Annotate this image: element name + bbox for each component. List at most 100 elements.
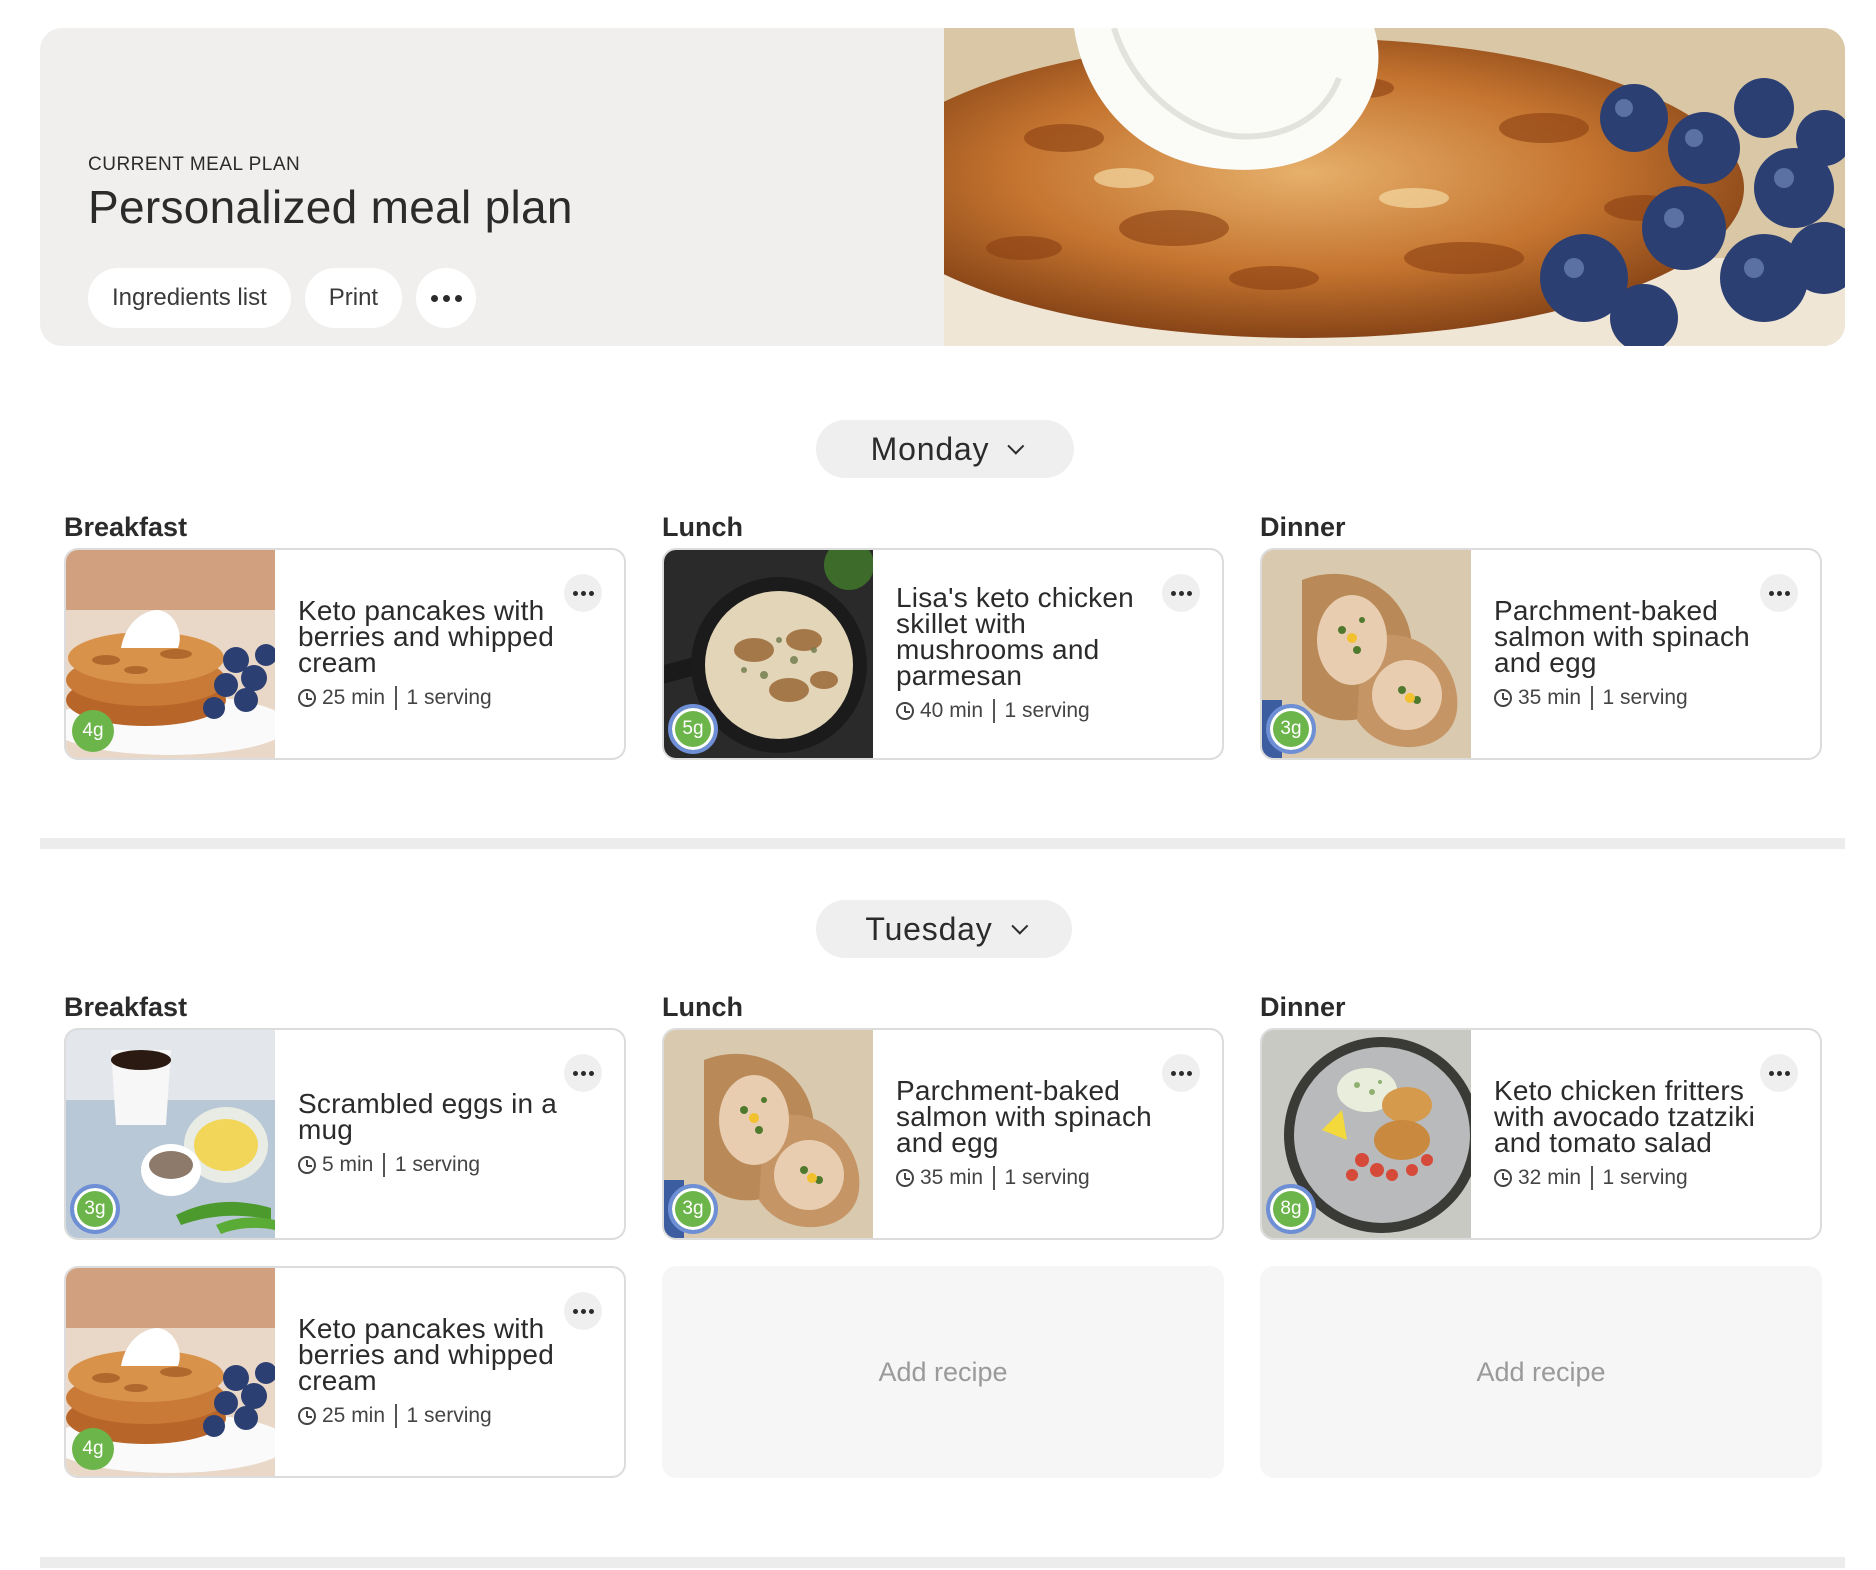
meta-separator xyxy=(395,686,397,710)
recipe-more-button[interactable] xyxy=(1162,574,1200,612)
day-divider xyxy=(40,838,1845,849)
clock-icon xyxy=(298,1156,316,1174)
recipe-servings: 1 serving xyxy=(1004,699,1090,722)
more-dots-icon xyxy=(572,1308,594,1314)
recipe-card[interactable]: 8g Keto chicken fritters with avocado tz… xyxy=(1260,1028,1822,1240)
recipe-time: 40 min xyxy=(920,699,984,722)
meal-label-dinner: Dinner xyxy=(1260,992,1346,1022)
more-dots-icon xyxy=(1768,1070,1790,1076)
day-selector-monday[interactable]: Monday xyxy=(816,420,1074,478)
more-dots-icon xyxy=(1768,590,1790,596)
meal-label-lunch: Lunch xyxy=(662,512,743,542)
carb-badge: 3g xyxy=(1266,704,1316,754)
day-selector-tuesday[interactable]: Tuesday xyxy=(816,900,1072,958)
recipe-more-button[interactable] xyxy=(564,1054,602,1092)
recipe-meta: 35 min 1 serving xyxy=(1494,686,1760,710)
clock-icon xyxy=(298,1407,316,1425)
recipe-meta: 25 min 1 serving xyxy=(298,1404,564,1428)
recipe-time: 35 min xyxy=(920,1166,984,1189)
hero-eyebrow: CURRENT MEAL PLAN xyxy=(88,154,301,175)
ingredients-list-button[interactable]: Ingredients list xyxy=(88,268,291,328)
clock-icon xyxy=(1494,689,1512,707)
recipe-meta: 25 min 1 serving xyxy=(298,686,564,710)
meta-separator xyxy=(993,1166,995,1190)
recipe-time: 25 min xyxy=(322,1404,386,1427)
more-dots-icon xyxy=(1170,1070,1192,1076)
recipe-meta: 32 min 1 serving xyxy=(1494,1166,1760,1190)
recipe-card[interactable]: 5g Lisa's keto chicken skillet with mush… xyxy=(662,548,1224,760)
recipe-info: Keto pancakes with berries and whipped c… xyxy=(298,1268,564,1476)
recipe-time: 32 min xyxy=(1518,1166,1582,1189)
clock-icon xyxy=(1494,1169,1512,1187)
recipe-servings: 1 serving xyxy=(1602,1166,1688,1189)
recipe-title: Keto pancakes with berries and whipped c… xyxy=(298,1313,554,1396)
recipe-meta: 40 min 1 serving xyxy=(896,699,1162,723)
more-dots-icon xyxy=(1170,590,1192,596)
recipe-servings: 1 serving xyxy=(1004,1166,1090,1189)
meal-label-lunch: Lunch xyxy=(662,992,743,1022)
recipe-card[interactable]: 4g Keto pancakes with berries and whippe… xyxy=(64,1266,626,1478)
clock-icon xyxy=(298,689,316,707)
recipe-meta: 5 min 1 serving xyxy=(298,1153,564,1177)
recipe-info: Lisa's keto chicken skillet with mushroo… xyxy=(896,550,1162,758)
meal-label-dinner: Dinner xyxy=(1260,512,1346,542)
more-dots-icon xyxy=(430,294,462,302)
meal-plan-hero: CURRENT MEAL PLAN Personalized meal plan… xyxy=(40,28,1845,346)
recipe-title: Keto pancakes with berries and whipped c… xyxy=(298,595,554,678)
carb-badge: 4g xyxy=(72,1428,114,1470)
recipe-servings: 1 serving xyxy=(406,1404,492,1427)
recipe-card[interactable]: 3g Parchment-baked salmon with spinach a… xyxy=(1260,548,1822,760)
recipe-more-button[interactable] xyxy=(564,1292,602,1330)
day-label: Monday xyxy=(870,430,990,467)
carb-badge: 3g xyxy=(668,1184,718,1234)
meal-label-breakfast: Breakfast xyxy=(64,512,188,542)
more-dots-icon xyxy=(572,590,594,596)
page-title: Personalized meal plan xyxy=(88,181,573,233)
recipe-time: 25 min xyxy=(322,686,386,709)
recipe-card[interactable]: 3g Scrambled eggs in a mug 5 min 1 servi… xyxy=(64,1028,626,1240)
hero-actions: Ingredients list Print xyxy=(88,268,477,328)
recipe-servings: 1 serving xyxy=(394,1153,481,1176)
day-label: Tuesday xyxy=(865,910,993,947)
more-dots-icon xyxy=(572,1070,594,1076)
clock-icon xyxy=(896,702,914,720)
recipe-card[interactable]: 3g Parchment-baked salmon with spinach a… xyxy=(662,1028,1224,1240)
recipe-more-button[interactable] xyxy=(564,574,602,612)
recipe-servings: 1 serving xyxy=(1602,686,1688,709)
hero-image-pancakes xyxy=(944,28,1845,346)
carb-badge: 3g xyxy=(70,1184,120,1234)
add-recipe-dinner[interactable]: Add recipe xyxy=(1260,1266,1822,1478)
recipe-title: Parchment-baked salmon with spinach and … xyxy=(1494,595,1750,678)
recipe-title: Lisa's keto chicken skillet with mushroo… xyxy=(896,582,1134,691)
clock-icon xyxy=(896,1169,914,1187)
meal-label-breakfast: Breakfast xyxy=(64,992,188,1022)
recipe-card[interactable]: 4g Keto pancakes with berries and whippe… xyxy=(64,548,626,760)
recipe-info: Keto chicken fritters with avocado tzatz… xyxy=(1494,1030,1760,1238)
meta-separator xyxy=(1591,686,1593,710)
add-recipe-lunch[interactable]: Add recipe xyxy=(662,1266,1224,1478)
carb-badge: 4g xyxy=(72,710,114,752)
recipe-time: 35 min xyxy=(1518,686,1582,709)
recipe-more-button[interactable] xyxy=(1162,1054,1200,1092)
hero-text-panel: CURRENT MEAL PLAN Personalized meal plan… xyxy=(40,28,944,346)
recipe-more-button[interactable] xyxy=(1760,1054,1798,1092)
hero-more-button[interactable] xyxy=(416,268,477,328)
chevron-down-icon xyxy=(1007,437,1025,455)
recipe-title: Scrambled eggs in a mug xyxy=(298,1088,558,1145)
recipe-info: Scrambled eggs in a mug 5 min 1 serving xyxy=(298,1030,564,1238)
recipe-time: 5 min xyxy=(322,1153,374,1176)
print-button[interactable]: Print xyxy=(304,268,403,328)
recipe-info: Keto pancakes with berries and whipped c… xyxy=(298,550,564,758)
recipe-servings: 1 serving xyxy=(406,686,492,709)
meta-separator xyxy=(1591,1166,1593,1190)
recipe-title: Keto chicken fritters with avocado tzatz… xyxy=(1494,1075,1755,1158)
recipe-meta: 35 min 1 serving xyxy=(896,1166,1162,1190)
meta-separator xyxy=(993,699,995,723)
carb-badge: 5g xyxy=(668,704,718,754)
day-divider xyxy=(40,1557,1845,1568)
chevron-down-icon xyxy=(1010,917,1028,935)
recipe-more-button[interactable] xyxy=(1760,574,1798,612)
recipe-info: Parchment-baked salmon with spinach and … xyxy=(1494,550,1760,758)
meta-separator xyxy=(383,1153,385,1177)
meta-separator xyxy=(395,1404,397,1428)
